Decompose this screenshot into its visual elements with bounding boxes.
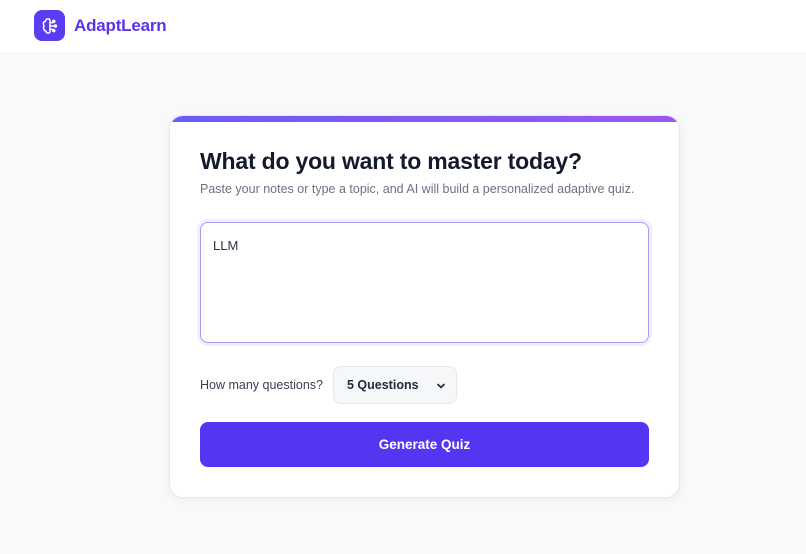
generate-quiz-button[interactable]: Generate Quiz [200, 422, 649, 467]
card-accent-bar [170, 116, 679, 122]
chevron-down-icon [437, 383, 445, 389]
topic-input[interactable]: LLM [200, 222, 649, 343]
page-subtitle: Paste your notes or type a topic, and AI… [200, 182, 635, 196]
question-count-value: 5 Questions [347, 378, 419, 392]
brand-name[interactable]: AdaptLearn [74, 16, 167, 36]
logo[interactable] [34, 10, 65, 41]
page-title: What do you want to master today? [200, 148, 582, 174]
question-count-label: How many questions? [200, 378, 323, 392]
quiz-setup-card: What do you want to master today? Paste … [169, 115, 680, 498]
question-count-select[interactable]: 5 Questions [333, 366, 457, 404]
brain-icon [42, 17, 57, 34]
top-bar: AdaptLearn [0, 0, 806, 52]
